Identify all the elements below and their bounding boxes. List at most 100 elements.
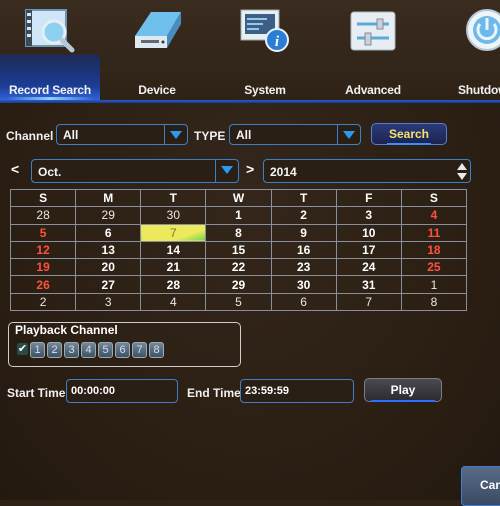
start-time-input[interactable]: 00:00:00 — [66, 379, 178, 403]
end-time-label: End Time — [187, 386, 241, 400]
calendar-day[interactable]: 28 — [140, 275, 207, 294]
channel-label: Channel — [6, 129, 54, 143]
calendar-day[interactable]: 27 — [75, 275, 142, 294]
calendar-day[interactable]: 3 — [75, 292, 142, 312]
channel-toggle-6[interactable]: 6 — [115, 342, 130, 358]
calendar-week-row: 5 6 7 8 9 10 11 — [9, 223, 468, 242]
month-select-value: Oct. — [38, 165, 62, 179]
calendar-day[interactable]: 2 — [270, 206, 337, 225]
spin-up-icon[interactable] — [457, 163, 467, 170]
play-button-label: Play — [390, 383, 416, 397]
calendar-day[interactable]: 14 — [140, 240, 207, 260]
calendar-week-row: 28 29 30 1 2 3 4 — [9, 206, 468, 225]
type-select-value: All — [236, 128, 252, 142]
year-spinner[interactable]: 2014 — [263, 159, 471, 183]
calendar-day[interactable]: 31 — [335, 275, 402, 294]
calendar-day[interactable]: 19 — [9, 258, 77, 277]
cancel-button[interactable]: Can — [461, 466, 500, 506]
chevron-down-icon[interactable] — [215, 160, 238, 182]
calendar-day[interactable]: 21 — [140, 258, 207, 277]
channel-toggle-8[interactable]: 8 — [149, 342, 164, 358]
calendar-day[interactable]: 6 — [270, 292, 337, 312]
calendar-day[interactable]: 20 — [75, 258, 142, 277]
calendar-week-row: 2 3 4 5 6 7 8 — [9, 292, 468, 312]
calendar-day[interactable]: 1 — [205, 206, 272, 225]
channel-toggle-7[interactable]: 7 — [132, 342, 147, 358]
chevron-down-icon[interactable] — [337, 125, 360, 144]
tab-device[interactable]: Device — [107, 0, 207, 100]
end-time-input[interactable]: 23:59:59 — [240, 379, 354, 403]
calendar-day[interactable]: 4 — [140, 292, 207, 312]
channel-toggle-2[interactable]: 2 — [47, 342, 62, 358]
calendar-day[interactable]: 5 — [205, 292, 272, 312]
calendar-day[interactable]: 15 — [205, 240, 272, 260]
search-button-label: Search — [388, 127, 430, 141]
start-time-label: Start Time — [7, 386, 66, 400]
tab-bar-divider — [0, 100, 500, 103]
all-channels-checkbox[interactable]: ✔ — [17, 343, 28, 355]
play-button[interactable]: Play — [364, 378, 442, 402]
calendar-day[interactable]: 13 — [75, 240, 142, 260]
calendar-day[interactable]: 26 — [9, 275, 77, 294]
calendar-day[interactable]: 5 — [9, 223, 77, 242]
tab-record-search[interactable]: Record Search — [0, 0, 100, 100]
calendar-day[interactable]: 12 — [9, 240, 77, 260]
calendar-week-row: 12 13 14 15 16 17 18 — [9, 240, 468, 260]
chevron-down-icon[interactable] — [164, 125, 187, 144]
calendar-day-selected[interactable]: 7 — [140, 223, 207, 242]
button-glow — [387, 143, 431, 145]
weekday-header: M — [75, 188, 142, 208]
end-time-value: 23:59:59 — [245, 385, 290, 397]
calendar-day[interactable]: 18 — [400, 240, 468, 260]
calendar-day[interactable]: 29 — [75, 206, 142, 225]
calendar-day[interactable]: 25 — [400, 258, 468, 277]
type-label: TYPE — [194, 129, 226, 143]
calendar-day[interactable]: 29 — [205, 275, 272, 294]
hard-drive-icon — [135, 12, 181, 48]
channel-toggle-3[interactable]: 3 — [64, 342, 79, 358]
calendar-day[interactable]: 10 — [335, 223, 402, 242]
tab-shutdown[interactable]: Shutdown — [437, 0, 500, 100]
sliders-icon — [350, 11, 396, 51]
calendar-day[interactable]: 30 — [140, 206, 207, 225]
prev-month-button[interactable]: < — [11, 161, 19, 177]
month-select[interactable]: Oct. — [31, 159, 239, 183]
channel-select-value: All — [63, 128, 79, 142]
calendar-day[interactable]: 6 — [75, 223, 142, 242]
tab-label: Advanced — [345, 83, 401, 97]
playback-channel-title: Playback Channel — [15, 323, 118, 337]
tab-system[interactable]: i System — [215, 0, 315, 100]
channel-select[interactable]: All — [56, 124, 188, 145]
year-spinner-value: 2014 — [270, 165, 297, 179]
calendar-day[interactable]: 7 — [335, 292, 402, 312]
tab-label: System — [244, 83, 286, 97]
spin-down-icon[interactable] — [457, 173, 467, 180]
calendar-day[interactable]: 8 — [205, 223, 272, 242]
weekday-header: T — [270, 188, 337, 208]
calendar-day[interactable]: 17 — [335, 240, 402, 260]
calendar-day[interactable]: 23 — [270, 258, 337, 277]
calendar-day[interactable]: 24 — [335, 258, 402, 277]
calendar-day[interactable]: 3 — [335, 206, 402, 225]
calendar-day[interactable]: 22 — [205, 258, 272, 277]
calendar-day[interactable]: 2 — [9, 292, 77, 312]
channel-toggle-4[interactable]: 4 — [81, 342, 96, 358]
calendar-day[interactable]: 1 — [400, 275, 468, 294]
channel-toggle-1[interactable]: 1 — [30, 342, 45, 358]
next-month-button[interactable]: > — [246, 161, 254, 177]
weekday-header: T — [140, 188, 207, 208]
calendar-day[interactable]: 8 — [400, 292, 468, 312]
calendar-day[interactable]: 30 — [270, 275, 337, 294]
calendar-header-row: S M T W T F S — [9, 188, 468, 208]
calendar-day[interactable]: 28 — [9, 206, 77, 225]
button-glow — [371, 400, 435, 402]
channel-toggle-5[interactable]: 5 — [98, 342, 113, 358]
calendar-day[interactable]: 16 — [270, 240, 337, 260]
calendar-day[interactable]: 11 — [400, 223, 468, 242]
tab-advanced[interactable]: Advanced — [323, 0, 423, 100]
calendar-day[interactable]: 4 — [400, 206, 468, 225]
search-button[interactable]: Search — [371, 123, 447, 145]
type-select[interactable]: All — [229, 124, 361, 145]
calendar-day[interactable]: 9 — [270, 223, 337, 242]
tab-label: Device — [138, 83, 176, 97]
